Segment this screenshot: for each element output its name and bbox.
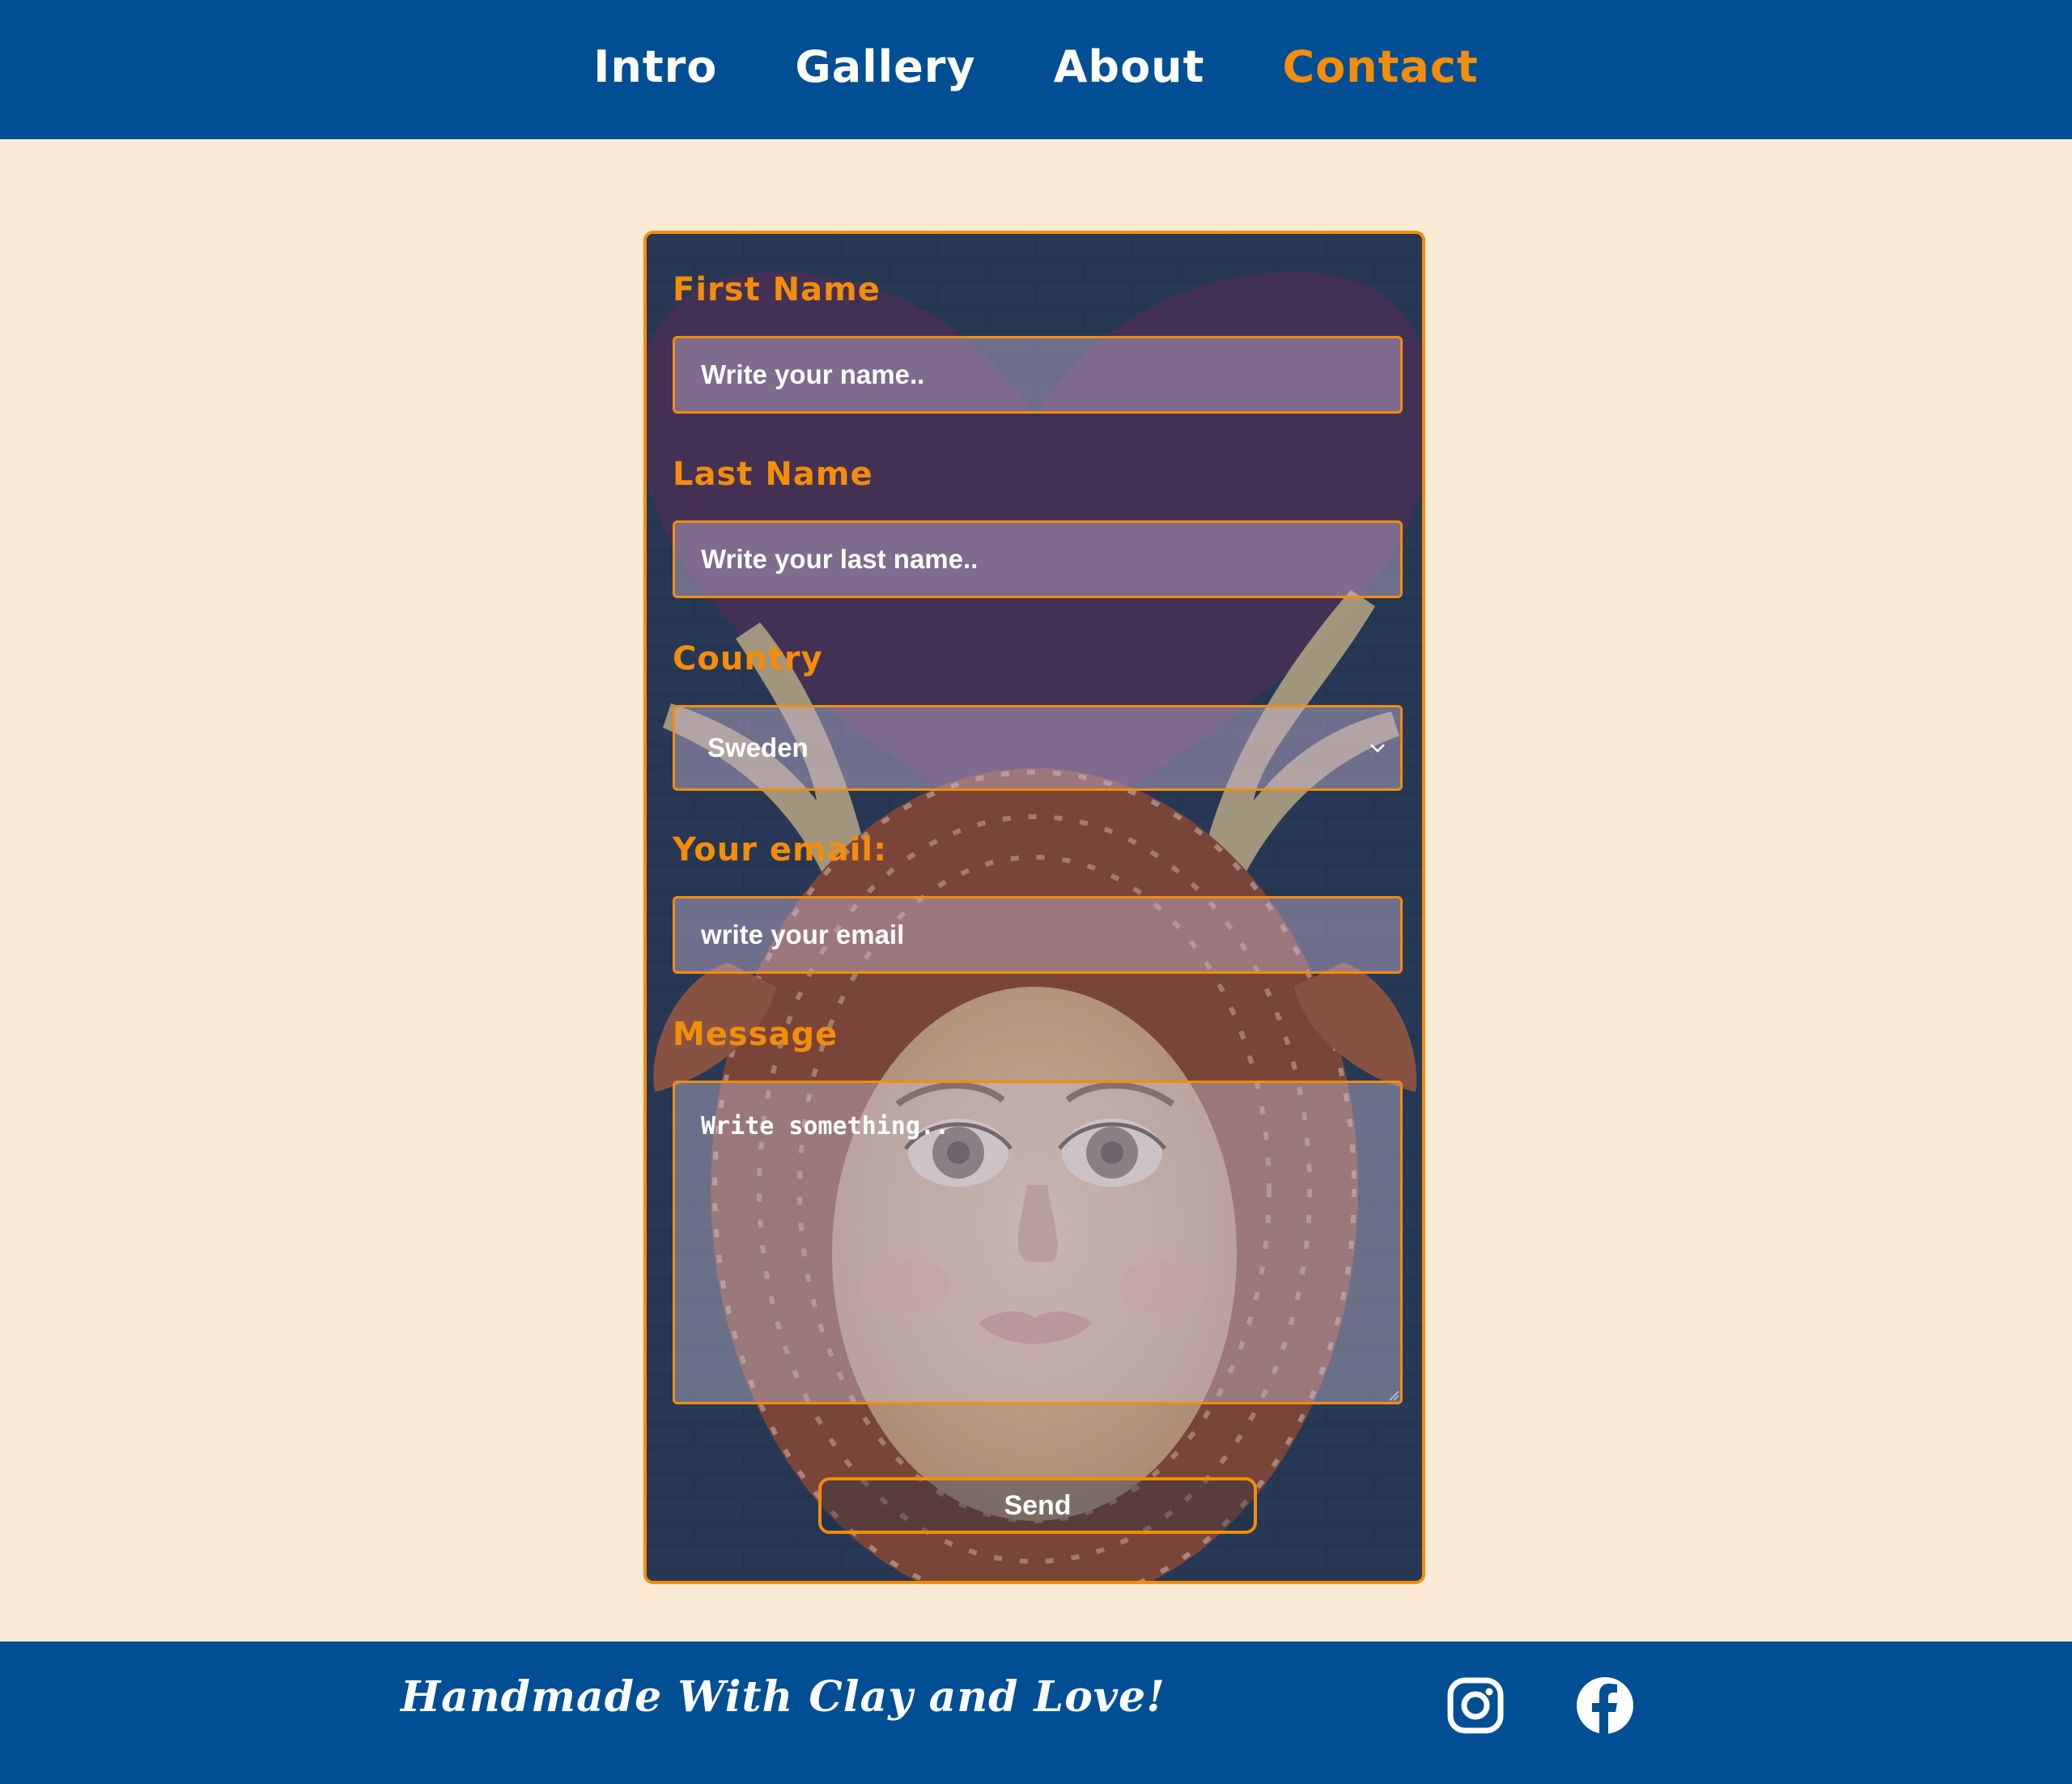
email-label: Your email: [673, 831, 888, 869]
last-name-label: Last Name [673, 456, 873, 493]
instagram-icon [1447, 1677, 1504, 1734]
last-name-input[interactable] [673, 520, 1403, 598]
top-navigation: Intro Gallery About Contact [0, 0, 2072, 139]
footer-tagline: Handmade With Clay and Love! [401, 1672, 1166, 1722]
country-label: Country [673, 640, 823, 677]
chevron-down-icon [1370, 744, 1385, 753]
message-textarea[interactable] [673, 1081, 1403, 1404]
facebook-icon [1577, 1677, 1633, 1735]
country-selected-value: Sweden [707, 733, 809, 762]
facebook-link[interactable] [1575, 1676, 1635, 1735]
contact-form: First Name Last Name Country Sweden Your… [647, 234, 1422, 1581]
country-select[interactable]: Sweden [673, 705, 1403, 791]
first-name-label: First Name [673, 271, 881, 308]
message-label: Message [673, 1016, 839, 1053]
email-input[interactable] [673, 896, 1403, 974]
nav-link-gallery[interactable]: Gallery [795, 41, 975, 99]
nav-link-about[interactable]: About [1054, 41, 1205, 99]
send-button[interactable]: Send [818, 1477, 1257, 1534]
footer: Handmade With Clay and Love! [0, 1642, 2072, 1784]
first-name-input[interactable] [673, 336, 1403, 414]
nav-link-contact[interactable]: Contact [1282, 41, 1478, 99]
nav-link-intro[interactable]: Intro [593, 41, 717, 99]
contact-form-card: First Name Last Name Country Sweden Your… [643, 231, 1425, 1584]
instagram-link[interactable] [1446, 1676, 1505, 1735]
resize-grip-icon[interactable] [1388, 1390, 1399, 1401]
